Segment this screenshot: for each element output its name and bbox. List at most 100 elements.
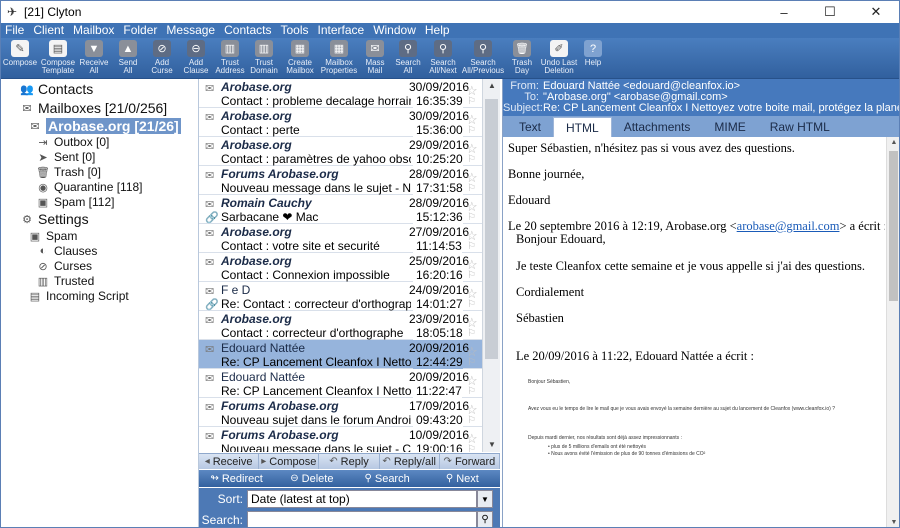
sidebar-item-setting[interactable]: ▥ Trusted [35,274,94,288]
tab-raw-html[interactable]: Raw HTML [758,117,842,137]
flag-icon[interactable]: ⚐ [467,299,476,310]
message-row[interactable]: ✉ Edouard Nattée 20/09/2016 Re: CP Lancemen… [199,369,482,398]
tab-mime[interactable]: MIME [702,117,757,137]
next-button[interactable]: ⚲ Next [425,470,500,487]
menu-mailbox[interactable]: Mailbox [69,23,119,38]
flag-icon[interactable]: ⚐ [467,125,476,136]
toolbar-receive-button[interactable]: ▼ Receive All [77,38,111,78]
reply-all-button[interactable]: ↶ Reply/all [380,454,440,469]
sort-dropdown-icon[interactable]: ▼ [477,490,493,508]
forward-button[interactable]: ↷ Forward [440,454,501,469]
toolbar-trust-domain-button[interactable]: ▥ Trust Domain [247,38,281,78]
tab-attachments[interactable]: Attachments [612,117,703,137]
flag-icon[interactable]: ⚐ [467,241,476,252]
sidebar-item-folder[interactable]: ⇥ Outbox [0] [35,135,109,149]
sidebar-item-folder[interactable]: ◉ Quarantine [118] [35,180,142,194]
sidebar-item-folder[interactable]: 🗑 Trash [0] [35,165,101,179]
toolbar-mailbox-properties-button[interactable]: ▦ Mailbox Properties [319,38,359,78]
sidebar-item-setting[interactable]: ▣ Spam [27,229,78,243]
toolbar-compose-button[interactable]: ✎ Compose [1,38,39,78]
sidebar-item-folder[interactable]: ▣ Spam [112] [35,195,115,209]
toolbar-help-button[interactable]: ? Help [579,38,607,78]
preview-scrollbar[interactable]: ▲ ▼ [886,137,899,527]
redirect-button[interactable]: ↬ Redirect [199,470,274,487]
binoculars-icon[interactable]: ⚲ [477,510,493,527]
message-row[interactable]: ✉ Arobase.org 29/09/2016 Contact : paramètr… [199,137,482,166]
scroll-down-icon[interactable]: ▼ [483,438,501,452]
toolbar-undo-button[interactable]: ✐ Undo Last Deletion [539,38,579,78]
sort-select[interactable]: Date (latest at top) [247,490,477,508]
toolbar-search-all-button[interactable]: ⚲ Search All [391,38,425,78]
scroll-up-icon[interactable]: ▲ [887,137,899,149]
scroll-up-icon[interactable]: ▲ [483,79,501,93]
search-button[interactable]: ⚲ Search [350,470,425,487]
delete-button[interactable]: ⊖ Delete [274,470,349,487]
scroll-down-icon[interactable]: ▼ [887,517,899,527]
sidebar-item-mailboxes[interactable]: ✉ Mailboxes [21/0/256] [19,100,167,116]
menu-client[interactable]: Client [29,23,69,38]
reply-button[interactable]: ↶ Reply [319,454,380,469]
scroll-thumb[interactable] [889,151,898,301]
menu-window[interactable]: Window [369,23,421,38]
close-button[interactable]: ✕ [853,1,899,23]
minimize-button[interactable]: – [761,1,807,23]
flag-icon[interactable]: ⚐ [467,154,476,165]
message-row[interactable]: ✉ Forums Arobase.org 17/09/2016 Nouveau suj… [199,398,482,427]
sidebar-item-setting[interactable]: ⊘ Curses [35,259,92,273]
flag-icon[interactable]: ⚐ [467,386,476,397]
menu-interface[interactable]: Interface [313,23,369,38]
message-list-scrollbar[interactable]: ▲ ▼ [482,79,500,452]
flag-icon[interactable]: ⚐ [467,444,476,452]
toolbar-send-button[interactable]: ▲ Send All [111,38,145,78]
toolbar-create-mailbox-button[interactable]: ▦ Create Mailbox [281,38,319,78]
toolbar-template-button[interactable]: ▤ Compose Template [39,38,77,78]
flag-icon[interactable]: ⚐ [467,270,476,281]
maximize-button[interactable]: ☐ [807,1,853,23]
message-row[interactable]: ✉ Forums Arobase.org 28/09/2016 Nouveau mes… [199,166,482,195]
toolbar-curse-button[interactable]: ⊘ Add Curse [145,38,179,78]
message-subject: Re: CP Lancement Cleanfox I Nettoye [221,384,411,398]
tab-text[interactable]: Text [507,117,553,137]
message-row[interactable]: ✉ Arobase.org 25/09/2016 Contact : Connexio… [199,253,482,282]
flag-icon[interactable]: ⚐ [467,357,476,368]
sidebar-item-setting[interactable]: ◐ Clauses [35,244,98,258]
message-row[interactable]: ✉ Forums Arobase.org 10/09/2016 Nouveau mes… [199,427,482,452]
toolbar-search-previous-button[interactable]: ⚲ Search All/Previous [461,38,505,78]
toolbar-clause-button[interactable]: ⊖ Add Clause [179,38,213,78]
sidebar-item-folder[interactable]: ➤ Sent [0] [35,150,95,164]
flag-icon[interactable]: ⚐ [467,415,476,426]
compose-button[interactable]: ▸ Compose [259,454,320,469]
toolbar-trash-button[interactable]: 🗑 Trash Day [505,38,539,78]
message-row[interactable]: ✉ Edouard Nattée 20/09/2016 Re: CP Lancemen… [199,340,482,369]
body-line: Sébastien [516,311,564,325]
flag-icon[interactable]: ⚐ [467,183,476,194]
menu-file[interactable]: File [1,23,29,38]
menu-help[interactable]: Help [421,23,455,38]
message-row[interactable]: ✉ Arobase.org 27/09/2016 Contact : votre si… [199,224,482,253]
toolbar-mass-mail-button[interactable]: ✉ Mass Mail [359,38,391,78]
toolbar-search-next-button[interactable]: ⚲ Search All/Next [425,38,461,78]
menu-contacts[interactable]: Contacts [220,23,276,38]
sidebar-item-setting[interactable]: ▤ Incoming Script [27,289,129,303]
search-input[interactable] [247,510,477,527]
sidebar-item-account[interactable]: ✉ Arobase.org [21/26] [27,118,181,134]
menu-message[interactable]: Message [162,23,220,38]
message-row[interactable]: ✉ 🔗 F e D 24/09/2016 Re: Contact : correcteu… [199,282,482,311]
message-row[interactable]: ✉ 🔗 Romain Cauchy 28/09/2016 Sarbacane ❤ Mac… [199,195,482,224]
flag-icon[interactable]: ⚐ [467,328,476,339]
email-link[interactable]: arobase@gmail.com [737,219,840,233]
menu-tools[interactable]: Tools [276,23,313,38]
scroll-thumb[interactable] [485,99,498,359]
receive-button[interactable]: ◂ Receive [199,454,260,469]
message-row[interactable]: ✉ Arobase.org 23/09/2016 Contact : correcte… [199,311,482,340]
flag-icon[interactable]: ⚐ [467,212,476,223]
flag-icon[interactable]: ⚐ [467,96,476,107]
toolbar-trust-address-button[interactable]: ▥ Trust Address [213,38,247,78]
search-action-icon: ⚲ [364,473,372,484]
message-row[interactable]: ✉ Arobase.org 30/09/2016 Contact : perte 15:… [199,108,482,137]
menu-folder[interactable]: Folder [119,23,162,38]
tab-html[interactable]: HTML [553,117,612,137]
sidebar-item-settings[interactable]: ⚙ Settings [19,211,89,227]
message-row[interactable]: ✉ Arobase.org 30/09/2016 Contact : probleme… [199,79,482,108]
sidebar-item-contacts[interactable]: 👥 Contacts [19,81,93,97]
